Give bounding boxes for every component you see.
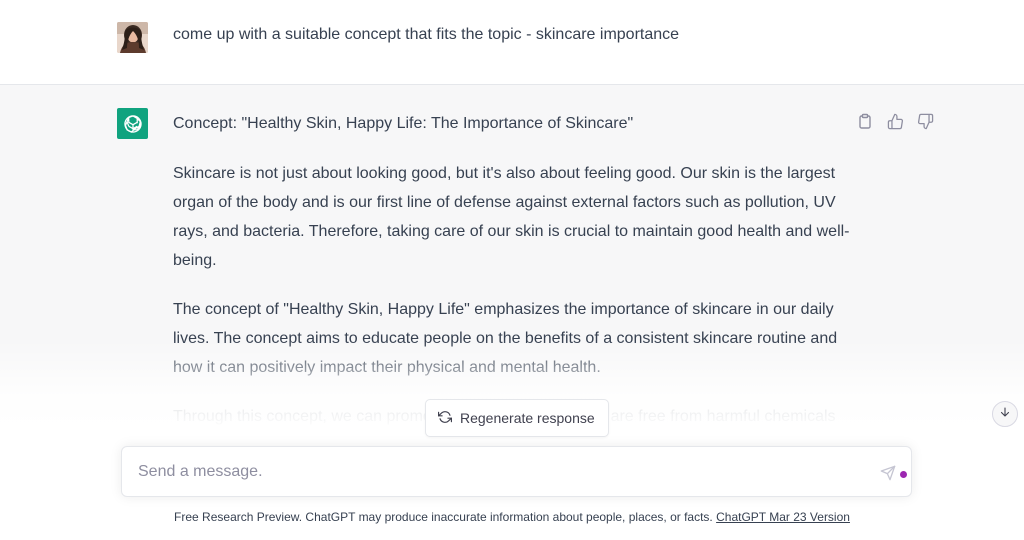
- scroll-down-button[interactable]: [992, 401, 1018, 427]
- regenerate-response-button[interactable]: Regenerate response: [425, 399, 609, 437]
- paragraph-2: The concept of "Healthy Skin, Happy Life…: [173, 301, 838, 376]
- thumbs-down-icon[interactable]: [916, 112, 934, 130]
- footer-disclaimer: Free Research Preview. ChatGPT may produ…: [0, 510, 1024, 524]
- user-message-text: come up with a suitable concept that fit…: [173, 26, 680, 43]
- message-actions: [856, 112, 934, 130]
- paragraph-1: Skincare is not just about looking good,…: [173, 165, 850, 269]
- regenerate-response-label: Regenerate response: [460, 410, 595, 426]
- user-message-row: come up with a suitable concept that fit…: [0, 0, 1024, 85]
- refresh-icon: [438, 410, 452, 427]
- copy-icon[interactable]: [856, 112, 874, 130]
- concept-heading: Concept: "Healthy Skin, Happy Life: The …: [173, 115, 634, 132]
- version-link[interactable]: ChatGPT Mar 23 Version: [716, 510, 850, 524]
- send-icon[interactable]: [879, 464, 897, 482]
- status-dot: [900, 471, 907, 478]
- footer-text: Free Research Preview. ChatGPT may produ…: [174, 510, 713, 524]
- arrow-down-icon: [999, 405, 1011, 423]
- message-input[interactable]: [138, 461, 858, 483]
- user-avatar-image: [117, 22, 148, 53]
- thumbs-up-icon[interactable]: [886, 112, 904, 130]
- user-avatar: [117, 22, 148, 53]
- message-composer: [121, 446, 912, 497]
- openai-logo-icon: [117, 108, 148, 139]
